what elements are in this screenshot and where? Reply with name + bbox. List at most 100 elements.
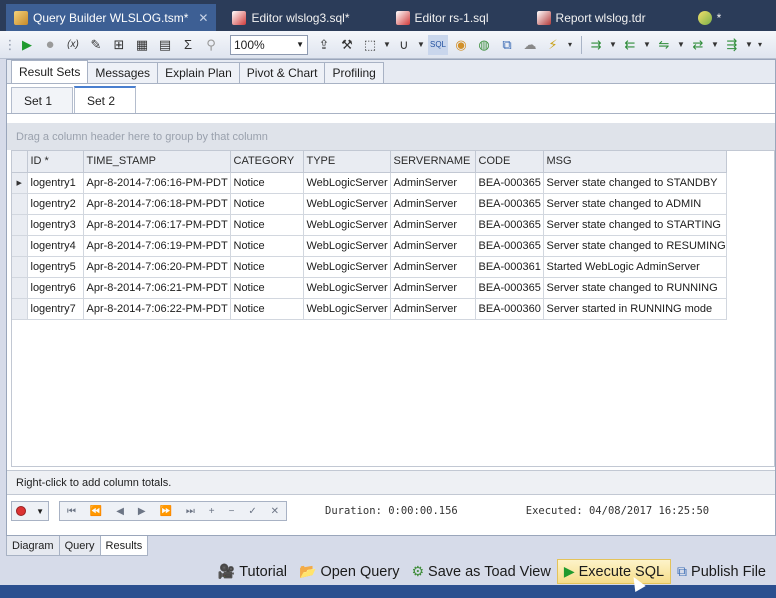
- table-cell[interactable]: logentry5: [27, 256, 84, 278]
- table-row[interactable]: logentry2 Apr-8-2014-7:06:18-PM-PDT Noti…: [12, 193, 727, 215]
- table-cell[interactable]: Notice: [230, 172, 304, 194]
- table-cell[interactable]: Apr-8-2014-7:06:16-PM-PDT: [83, 172, 231, 194]
- next-record-icon[interactable]: ▶: [138, 506, 146, 517]
- select-icon[interactable]: ⬚: [360, 35, 380, 55]
- column-totals-hint[interactable]: Right-click to add column totals.: [7, 470, 775, 495]
- prior-record-icon[interactable]: ◀: [116, 506, 124, 517]
- tab-set-1[interactable]: Set 1: [11, 87, 73, 113]
- table-cell[interactable]: WebLogicServer: [303, 256, 391, 278]
- tab-messages[interactable]: Messages: [87, 62, 159, 83]
- table-cell[interactable]: AdminServer: [390, 235, 476, 257]
- table-cell[interactable]: Apr-8-2014-7:06:18-PM-PDT: [83, 193, 231, 215]
- table-cell[interactable]: Started WebLogic AdminServer: [543, 256, 727, 278]
- table-cell[interactable]: Notice: [230, 214, 304, 236]
- tab-results[interactable]: Results: [99, 536, 149, 556]
- table-cell[interactable]: Notice: [230, 256, 304, 278]
- send-icon[interactable]: ⇶: [722, 35, 742, 55]
- lightning-icon[interactable]: ⚡: [543, 35, 563, 55]
- chevron-down-icon[interactable]: ▼: [383, 35, 391, 55]
- prior-page-icon[interactable]: ⏪: [90, 506, 102, 517]
- table-cell[interactable]: logentry6: [27, 277, 84, 299]
- sum-icon[interactable]: Σ: [178, 35, 198, 55]
- table-cell[interactable]: AdminServer: [390, 298, 476, 320]
- table-cell[interactable]: Apr-8-2014-7:06:21-PM-PDT: [83, 277, 231, 299]
- zoom-select[interactable]: 100% ▼: [230, 34, 308, 55]
- table-cell[interactable]: BEA-000365: [475, 172, 544, 194]
- table-cell[interactable]: logentry1: [27, 172, 84, 194]
- globe-icon[interactable]: ◍: [474, 35, 494, 55]
- tools-icon[interactable]: ⚒: [337, 35, 357, 55]
- tab-profiling[interactable]: Profiling: [324, 62, 384, 83]
- post-edit-icon[interactable]: ✓: [248, 506, 256, 517]
- table-cell[interactable]: logentry7: [27, 298, 84, 320]
- first-record-icon[interactable]: ⏮: [67, 506, 76, 517]
- table-cell[interactable]: AdminServer: [390, 193, 476, 215]
- table-cell[interactable]: AdminServer: [390, 277, 476, 299]
- column-header-time-stamp[interactable]: TIME_STAMP: [83, 151, 231, 173]
- table-cell[interactable]: Server state changed to RESUMING: [543, 235, 727, 257]
- filter-icon[interactable]: ⚲: [201, 35, 221, 55]
- export-icon[interactable]: ⇪: [314, 35, 334, 55]
- table-cell[interactable]: logentry3: [27, 214, 84, 236]
- table-cell[interactable]: Notice: [230, 193, 304, 215]
- table-cell[interactable]: Server started in RUNNING mode: [543, 298, 727, 320]
- edit-icon[interactable]: ✎: [86, 35, 106, 55]
- table-row[interactable]: logentry4 Apr-8-2014-7:06:19-PM-PDT Noti…: [12, 235, 727, 257]
- table-cell[interactable]: Notice: [230, 235, 304, 257]
- chevron-down-icon[interactable]: ▾: [566, 35, 574, 55]
- column-header-type[interactable]: TYPE: [303, 151, 391, 173]
- column-header-code[interactable]: CODE: [475, 151, 544, 173]
- tab-result-sets[interactable]: Result Sets: [11, 60, 89, 83]
- chevron-down-icon[interactable]: ▼: [677, 35, 685, 55]
- record-button[interactable]: ▼: [11, 501, 49, 521]
- tab-query[interactable]: Query: [58, 536, 101, 556]
- table-cell[interactable]: WebLogicServer: [303, 193, 391, 215]
- results-grid[interactable]: ID * TIME_STAMP CATEGORY TYPE SERVERNAME…: [11, 150, 775, 467]
- last-record-icon[interactable]: ⏭: [186, 506, 195, 517]
- table-cell[interactable]: Apr-8-2014-7:06:20-PM-PDT: [83, 256, 231, 278]
- run-icon[interactable]: ▶: [17, 35, 37, 55]
- table-cell[interactable]: logentry2: [27, 193, 84, 215]
- doc-tab-automation[interactable]: *: [690, 4, 730, 31]
- table-cell[interactable]: Apr-8-2014-7:06:22-PM-PDT: [83, 298, 231, 320]
- table-cell[interactable]: Server state changed to STANDBY: [543, 172, 727, 194]
- save-as-toad-view-button[interactable]: ⚙ Save as Toad View: [405, 559, 556, 584]
- doc-tab-query-builder[interactable]: Query Builder WLSLOG.tsm* ✕: [6, 4, 217, 31]
- tutorial-button[interactable]: 🎥 Tutorial: [212, 559, 293, 584]
- table-row[interactable]: logentry7 Apr-8-2014-7:06:22-PM-PDT Noti…: [12, 298, 727, 320]
- open-query-button[interactable]: 📂 Open Query: [293, 559, 405, 584]
- table-cell[interactable]: Server state changed to RUNNING: [543, 277, 727, 299]
- column-header-id[interactable]: ID *: [27, 151, 84, 173]
- table-row[interactable]: logentry6 Apr-8-2014-7:06:21-PM-PDT Noti…: [12, 277, 727, 299]
- publish-file-button[interactable]: ⧉ Publish File: [671, 559, 772, 584]
- copy-icon[interactable]: ⧉: [497, 35, 517, 55]
- compare-icon[interactable]: ⇋: [654, 35, 674, 55]
- table-cell[interactable]: WebLogicServer: [303, 277, 391, 299]
- variables-icon[interactable]: (x): [63, 35, 83, 55]
- next-page-icon[interactable]: ⏩: [160, 506, 172, 517]
- table-cell[interactable]: Notice: [230, 277, 304, 299]
- sql-icon[interactable]: SQL: [428, 34, 448, 55]
- chevron-down-icon[interactable]: ▼: [417, 35, 425, 55]
- cancel-edit-icon[interactable]: ✕: [271, 506, 279, 517]
- table-cell[interactable]: BEA-000365: [475, 214, 544, 236]
- table-row[interactable]: logentry5 Apr-8-2014-7:06:20-PM-PDT Noti…: [12, 256, 727, 278]
- doc-tab-editor-rs1[interactable]: Editor rs-1.sql: [388, 4, 497, 31]
- table-cell[interactable]: BEA-000360: [475, 298, 544, 320]
- tab-diagram[interactable]: Diagram: [6, 536, 60, 556]
- table-cell[interactable]: BEA-000365: [475, 277, 544, 299]
- table-cell[interactable]: Notice: [230, 298, 304, 320]
- stop-icon[interactable]: ●: [40, 35, 60, 55]
- column-header-category[interactable]: CATEGORY: [230, 151, 304, 173]
- table-cell[interactable]: Server state changed to ADMIN: [543, 193, 727, 215]
- table-cell[interactable]: WebLogicServer: [303, 298, 391, 320]
- table-cell[interactable]: BEA-000361: [475, 256, 544, 278]
- union-icon[interactable]: ∪: [394, 35, 414, 55]
- diagram-icon[interactable]: ⊞: [109, 35, 129, 55]
- sync-icon[interactable]: ⇄: [688, 35, 708, 55]
- toolbar-overflow-icon[interactable]: ▾: [756, 35, 764, 55]
- close-icon[interactable]: ✕: [198, 11, 208, 25]
- table-row[interactable]: logentry3 Apr-8-2014-7:06:17-PM-PDT Noti…: [12, 214, 727, 236]
- chevron-down-icon[interactable]: ▼: [745, 35, 753, 55]
- table-cell[interactable]: Apr-8-2014-7:06:19-PM-PDT: [83, 235, 231, 257]
